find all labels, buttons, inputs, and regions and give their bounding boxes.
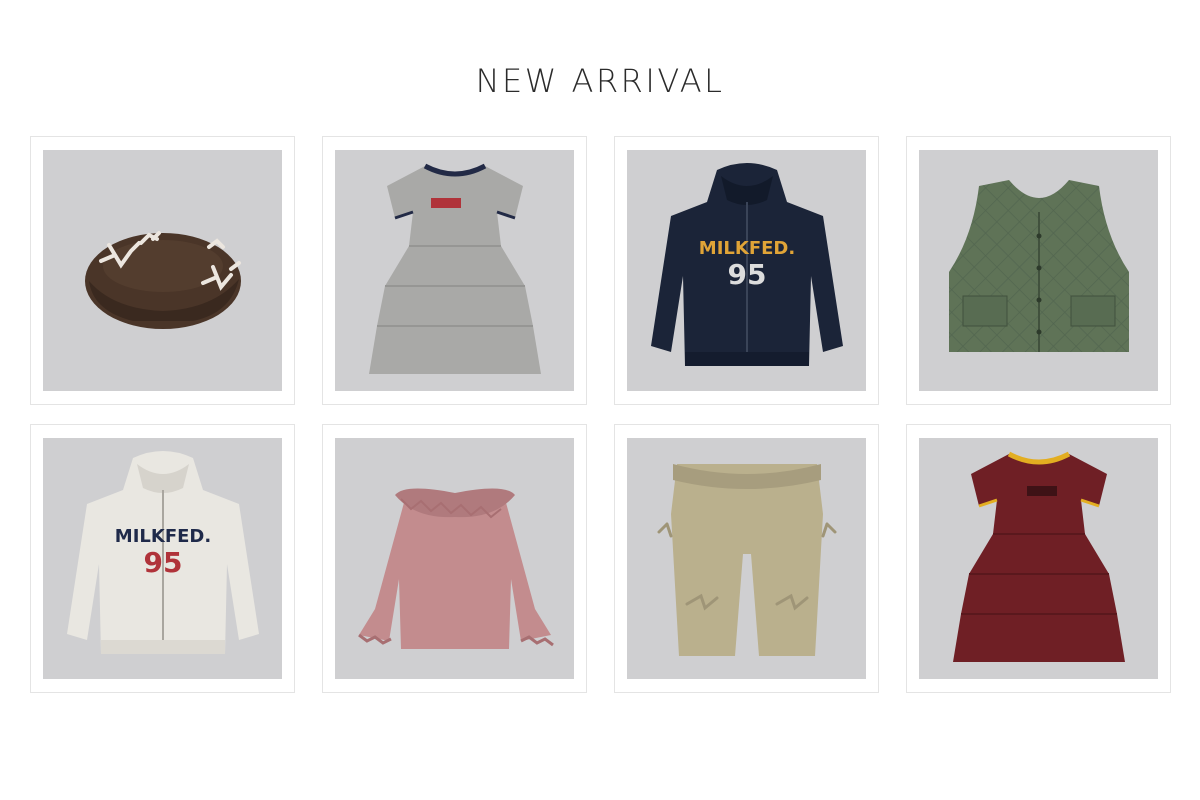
svg-text:MILKFED.: MILKFED. [114,526,210,547]
khaki-pants-image [657,463,836,656]
grey-dress-image [368,163,541,374]
product-photo [919,150,1158,391]
beret-image [84,230,241,329]
product-card-burgundy-dress[interactable] [906,424,1171,693]
oatmeal-hoodie-image: MILKFED. 95 [66,450,259,654]
product-card-pink-top[interactable] [322,424,587,693]
product-card-navy-hoodie[interactable]: MILKFED. 95 [614,136,879,405]
svg-text:95: 95 [727,258,766,291]
product-photo: MILKFED. 95 [627,150,866,391]
product-card-oatmeal-hoodie[interactable]: MILKFED. 95 [30,424,295,693]
product-card-green-vest[interactable] [906,136,1171,405]
burgundy-dress-image [952,451,1125,662]
product-photo [335,438,574,679]
section-title: NEW ARRIVAL [475,62,725,100]
product-card-beret[interactable] [30,136,295,405]
green-vest-image [948,179,1129,352]
product-photo: MILKFED. 95 [43,438,282,679]
product-photo [43,150,282,391]
product-photo [627,438,866,679]
product-card-khaki-pants[interactable] [614,424,879,693]
navy-hoodie-image: MILKFED. 95 [650,162,843,366]
product-grid: MILKFED. 95 MILKFED. 95 [30,136,1172,693]
svg-text:95: 95 [143,546,182,579]
svg-text:MILKFED.: MILKFED. [698,238,794,259]
product-photo [335,150,574,391]
product-photo [919,438,1158,679]
pink-top-image [357,487,554,649]
product-card-grey-dress[interactable] [322,136,587,405]
